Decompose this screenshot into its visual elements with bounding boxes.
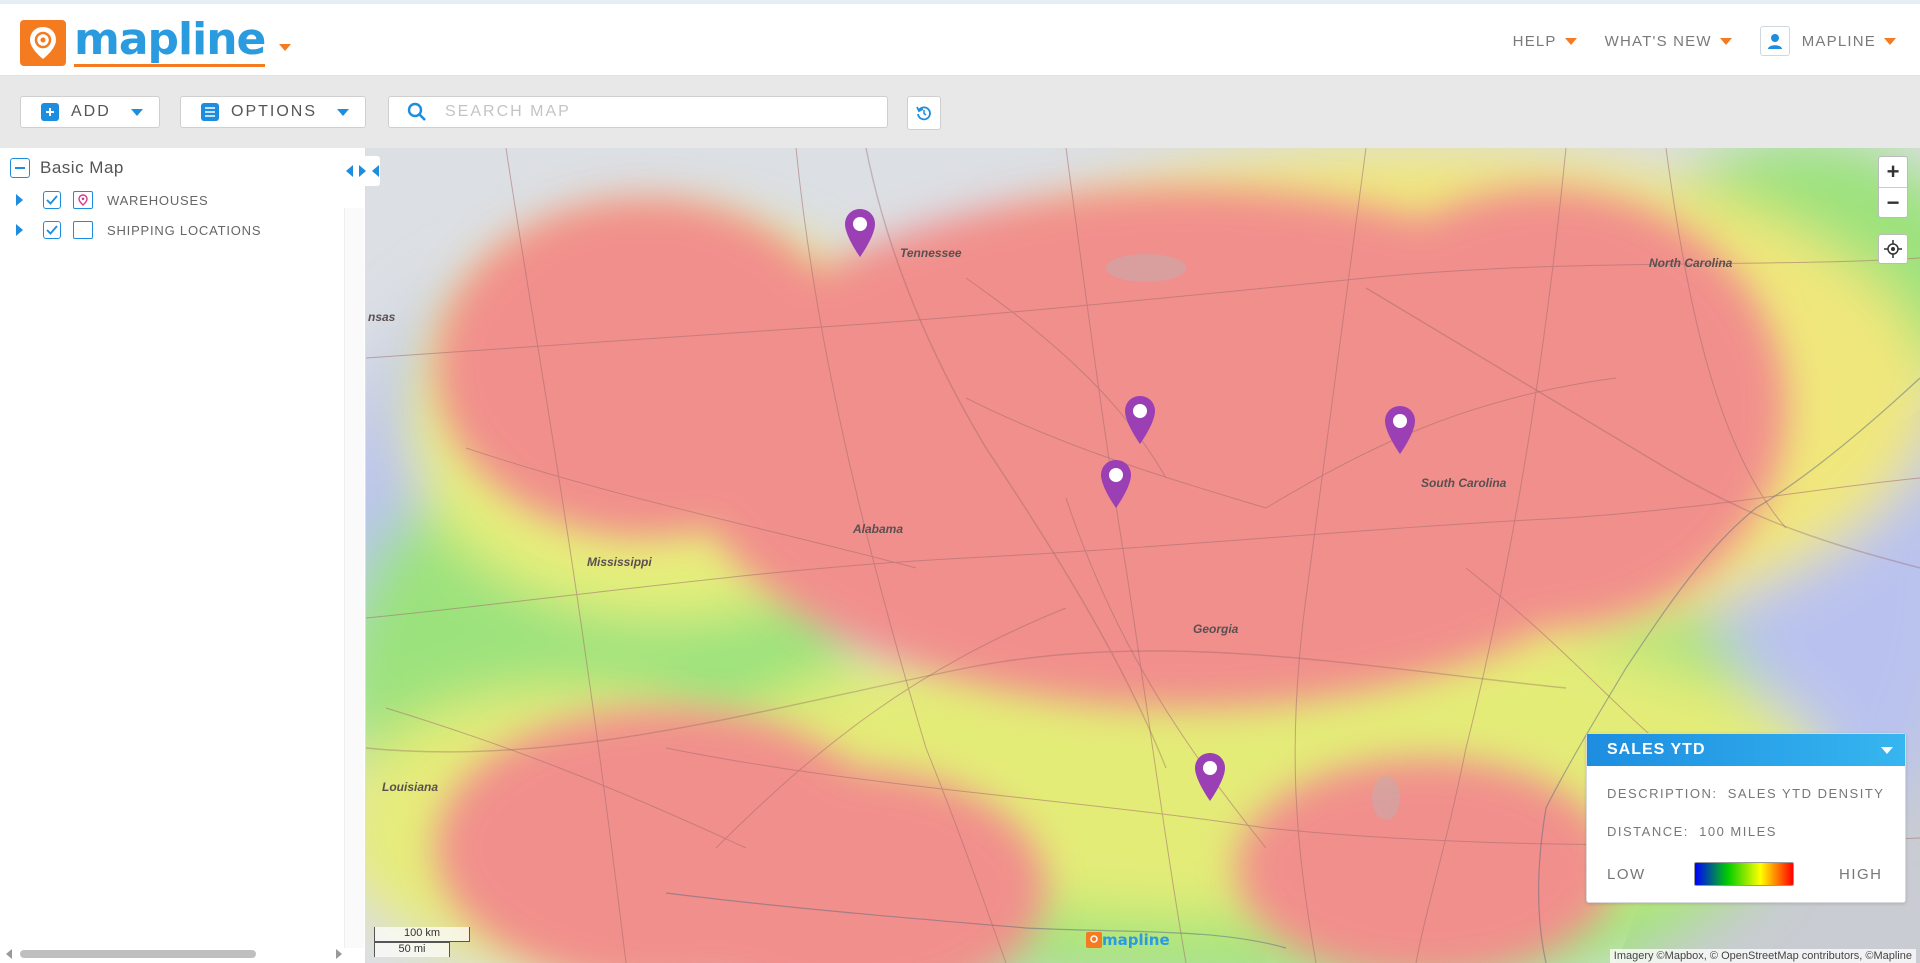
map-pin-icon [73,191,93,209]
layers-sidebar: Basic Map WAREHOUSES SHIPPING LOCATIONS [0,148,366,963]
legend-distance: DISTANCE: 100 MILES [1607,824,1777,839]
state-label-georgia: Georgia [1193,622,1239,636]
description-label: DESCRIPTION: [1607,786,1718,801]
collapse-map-icon[interactable] [10,158,30,178]
map-title: Basic Map [40,158,124,177]
legend-header[interactable]: SALES YTD [1587,734,1905,766]
state-label-mississippi: Mississippi [587,555,652,569]
whats-new-menu[interactable]: WHAT'S NEW [1605,33,1732,50]
arrow-right-icon [358,165,366,177]
map-scale-bar: 100 km 50 mi [374,927,470,957]
warehouse-pin-icon[interactable] [1382,404,1418,456]
options-button[interactable]: OPTIONS [180,96,366,128]
scroll-right-icon[interactable] [336,949,342,959]
warehouse-pin-icon[interactable] [842,207,878,259]
sidebar-horizontal-scrollbar[interactable] [6,947,342,961]
state-label-north-carolina: North Carolina [1649,256,1733,270]
layer-checkbox[interactable] [43,221,61,239]
warehouse-pin-icon[interactable] [1192,751,1228,803]
add-button[interactable]: ADD [20,96,160,128]
search-icon [407,102,426,121]
warehouse-pin-icon[interactable] [1098,458,1134,510]
state-label-alabama: Alabama [853,522,904,536]
top-header: mapline HELP WHAT'S NEW MAPLINE [0,0,1920,76]
brand-menu-caret-icon[interactable] [279,44,292,51]
chevron-down-icon [337,108,350,116]
map-toolbar: ADD OPTIONS [0,76,1920,148]
scroll-thumb[interactable] [20,950,256,958]
chevron-down-icon [1564,37,1577,45]
chevron-down-icon[interactable] [1881,746,1893,754]
zoom-out-button[interactable]: − [1879,187,1907,217]
zoom-controls: + − [1878,156,1908,218]
user-menu[interactable]: MAPLINE [1759,26,1896,56]
help-label: HELP [1512,32,1557,50]
map-layer-header[interactable]: Basic Map [10,158,124,178]
legend-low-label: LOW [1607,866,1646,883]
legend-high-label: HIGH [1839,866,1883,883]
layer-row-warehouses[interactable]: WAREHOUSES [16,188,208,212]
description-value: SALES YTD DENSITY [1727,786,1885,801]
mapline-logo-icon [1086,932,1102,948]
map-watermark-logo: mapline [1086,931,1170,949]
layer-checkbox[interactable] [43,191,61,209]
scroll-left-icon[interactable] [6,949,12,959]
brand-logo[interactable]: mapline [20,14,292,67]
arrow-left-icon [345,165,353,177]
state-label-arkansas: nsas [368,310,396,324]
state-label-south-carolina: South Carolina [1421,476,1507,490]
user-name: MAPLINE [1801,32,1876,50]
chevron-down-icon [130,108,143,116]
chevron-down-icon [1719,37,1732,45]
legend-description: DESCRIPTION: SALES YTD DENSITY [1607,786,1884,801]
state-label-louisiana: Louisiana [382,780,439,794]
layer-row-shipping-locations[interactable]: SHIPPING LOCATIONS [16,218,261,242]
expand-icon[interactable] [16,224,23,236]
layer-label: WAREHOUSES [107,192,209,208]
map-attribution[interactable]: Imagery ©Mapbox, © OpenStreetMap contrib… [1609,949,1916,963]
plus-icon [41,103,59,121]
refresh-icon [916,106,931,121]
arrow-left-icon [371,165,379,177]
user-avatar-icon [1759,26,1790,56]
crosshair-icon [1884,240,1902,258]
zoom-in-button[interactable]: + [1879,157,1907,187]
scale-km: 100 km [374,927,470,942]
options-label: OPTIONS [231,103,318,120]
locate-button[interactable] [1878,234,1908,264]
refresh-button[interactable] [907,96,941,130]
search-map-field[interactable] [388,96,888,128]
top-navigation: HELP WHAT'S NEW MAPLINE [1513,26,1896,56]
expand-icon[interactable] [16,194,23,206]
folder-icon [73,221,93,239]
whats-new-label: WHAT'S NEW [1604,32,1712,50]
watermark-text: mapline [1102,931,1170,949]
add-label: ADD [71,103,111,120]
list-icon [201,103,219,121]
heatmap-legend: SALES YTD DESCRIPTION: SALES YTD DENSITY… [1586,733,1906,903]
distance-label: DISTANCE: [1607,824,1689,839]
layer-label: SHIPPING LOCATIONS [107,222,262,238]
search-input[interactable] [445,103,865,121]
distance-value: 100 MILES [1699,824,1777,839]
legend-title: SALES YTD [1607,741,1706,758]
brand-name: mapline [74,14,266,67]
warehouse-pin-icon[interactable] [1122,394,1158,446]
map-canvas[interactable]: Tennessee North Carolina South Carolina … [366,148,1920,963]
chevron-down-icon [1884,37,1896,45]
help-menu[interactable]: HELP [1513,33,1577,50]
density-gradient-scale [1694,862,1794,886]
scale-mi: 50 mi [374,942,450,957]
state-label-tennessee: Tennessee [900,246,962,260]
sidebar-scrollbar[interactable] [344,208,364,948]
sidebar-collapse-toggle[interactable] [344,156,380,186]
mapline-logo-icon [20,19,66,66]
